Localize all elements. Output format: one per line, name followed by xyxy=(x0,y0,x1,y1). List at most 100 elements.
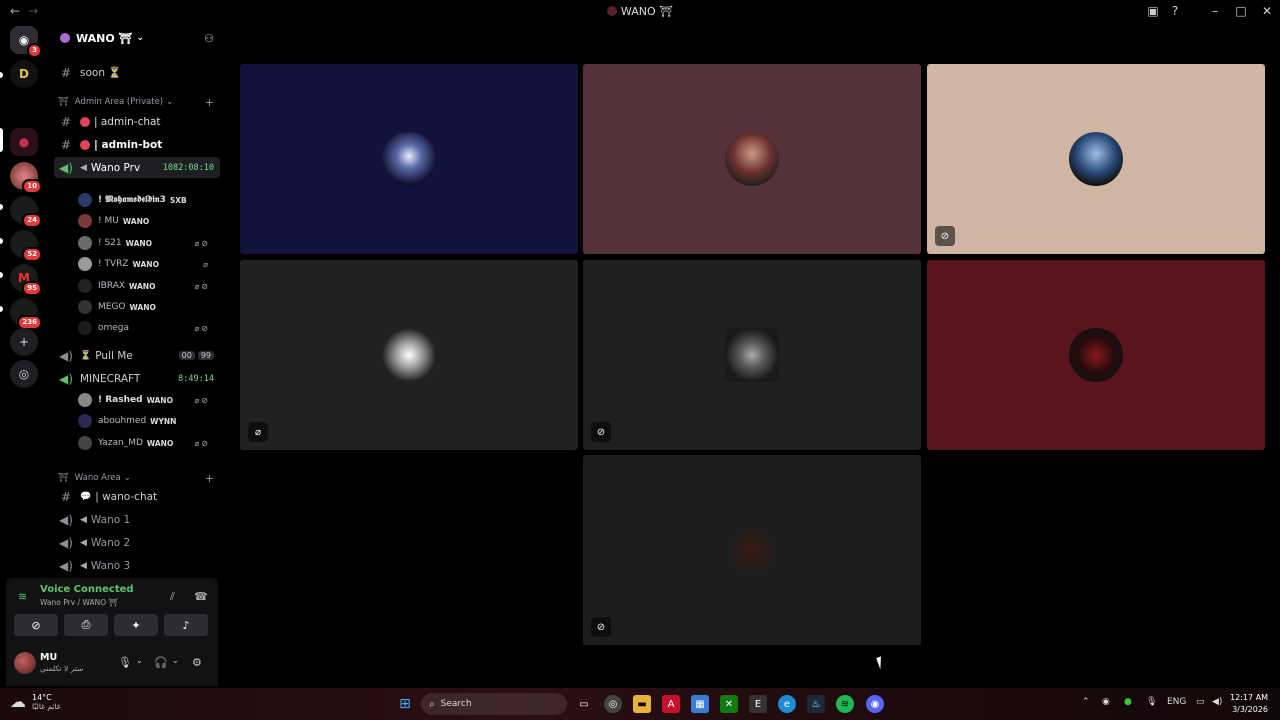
amd-icon[interactable]: A xyxy=(662,695,680,713)
task-view-icon[interactable]: ▭ xyxy=(575,695,593,713)
mention-badge: 3 xyxy=(27,43,42,58)
chevron-up-icon[interactable]: ⌃ xyxy=(1082,697,1090,707)
user-name: omega xyxy=(98,323,130,333)
voice-status[interactable]: Voice Connected xyxy=(40,584,134,595)
channel-wano-3[interactable]: ◀) ◀ Wano 3 xyxy=(54,555,220,576)
microphone-icon[interactable]: 🎙 xyxy=(118,656,132,669)
add-channel-icon[interactable]: + xyxy=(205,472,214,485)
server-folder-2[interactable]: 52 xyxy=(10,230,42,262)
soundboard-icon: ♪ xyxy=(182,618,190,632)
avatar[interactable] xyxy=(14,652,36,674)
server-header[interactable]: WANO ⛩ ⌄ ⚇ xyxy=(48,22,224,54)
voice-user[interactable]: ! S21 WANO ⌀⊘ xyxy=(78,233,218,253)
channel-admin-bot[interactable]: # | admin-bot xyxy=(54,134,220,155)
channel-wano-prv[interactable]: ◀) ◀ Wano Prv 1082:08:10 xyxy=(54,157,220,178)
headphones-icon[interactable]: 🎧 xyxy=(154,656,168,669)
gear-icon[interactable]: ⚙ xyxy=(192,656,202,669)
participant-tile[interactable] xyxy=(583,64,921,254)
add-channel-icon[interactable]: + xyxy=(205,96,214,109)
channel-wano-chat[interactable]: # 💬 | wano-chat xyxy=(54,486,220,507)
server-icon-d[interactable]: D xyxy=(10,60,38,88)
discord-icon[interactable]: ◉ xyxy=(866,695,884,713)
channel-label: Wano 1 xyxy=(90,513,131,526)
clock[interactable]: 12:17 AM 3/3/2026 xyxy=(1230,692,1268,716)
participant-tile[interactable]: ⊘ xyxy=(927,64,1265,254)
participant-tile[interactable]: ⊘ xyxy=(583,455,921,645)
channel-wano-2[interactable]: ◀) ◀ Wano 2 xyxy=(54,532,220,553)
activities-button[interactable]: ✦ xyxy=(114,614,158,636)
home-button[interactable]: ◉ 3 xyxy=(10,26,42,58)
taskbar-search[interactable]: ⌕ Search xyxy=(421,693,567,715)
edge-icon[interactable]: e xyxy=(778,695,796,713)
category-admin[interactable]: ⛩ Admin Area (Private) ⌄ + xyxy=(58,94,220,110)
store-icon[interactable]: ▦ xyxy=(691,695,709,713)
channel-wano-1[interactable]: ◀) ◀ Wano 1 xyxy=(54,509,220,530)
disconnect-icon[interactable]: ☎ xyxy=(194,590,208,603)
server-icon-wano[interactable]: ● xyxy=(10,128,38,156)
screen-share-button[interactable]: ⎙ xyxy=(64,614,108,636)
voice-channel-icon: ◀) xyxy=(59,348,73,363)
server-folder-4[interactable]: 236 xyxy=(10,298,42,330)
forward-arrow-icon[interactable]: → xyxy=(28,4,38,18)
category-wano[interactable]: ⛩ Wano Area ⌄ + xyxy=(58,470,220,486)
voice-user[interactable]: abouhmed WYNN xyxy=(78,411,218,431)
muted-icon: ⌀ xyxy=(248,422,268,442)
muted-deafened-icon: ⌀⊘ xyxy=(194,238,210,248)
voice-user[interactable]: Yazan_MD WANO ⌀⊘ xyxy=(78,433,218,453)
voice-user[interactable]: ! MU WANO xyxy=(78,211,218,231)
voice-user[interactable]: ! Rashed WANO ⌀⊘ xyxy=(78,390,218,410)
voice-user[interactable]: MEGO WANO xyxy=(78,297,218,317)
camera-off-button[interactable]: ⊘ xyxy=(14,614,58,636)
weather-widget[interactable]: ☁ 14°C غائم غالبًا xyxy=(10,692,61,711)
participant-tile[interactable]: ⌀ xyxy=(240,260,578,450)
avatar xyxy=(78,279,92,293)
user-name[interactable]: MU xyxy=(40,652,57,663)
chevron-down-icon[interactable]: ⌄ xyxy=(172,656,179,665)
voice-user[interactable]: omega ⌀⊘ xyxy=(78,318,218,338)
speaker-icon: ◀ xyxy=(80,162,87,173)
wifi-icon[interactable]: ▭ xyxy=(1196,697,1205,707)
invite-icon[interactable]: ⚇ xyxy=(204,32,214,45)
voice-user[interactable]: IBRAX WANO ⌀⊘ xyxy=(78,276,218,296)
voice-user[interactable]: ! TVRZ WANO ⌀ xyxy=(78,254,218,274)
back-arrow-icon[interactable]: ← xyxy=(10,4,20,18)
voice-user[interactable]: ! 𝕸𝖔𝖍𝖆𝖒𝖊𝖉𝖊𝖑𝖉𝖎𝖓3 SXB xyxy=(78,190,218,210)
server-icon-2[interactable]: 10 xyxy=(10,162,42,194)
voice-channel-icon: ◀) xyxy=(59,512,73,527)
steam-icon[interactable]: ♨ xyxy=(807,695,825,713)
participant-tile[interactable]: ⊘ xyxy=(583,260,921,450)
participant-tile[interactable] xyxy=(240,64,578,254)
channel-admin-chat[interactable]: # | admin-chat xyxy=(54,111,220,132)
start-button[interactable]: ⊞ xyxy=(396,695,414,713)
maximize-button[interactable]: □ xyxy=(1228,0,1254,22)
voice-location[interactable]: Wano Prv / WANO ⛩ xyxy=(40,598,118,607)
mention-badge: 24 xyxy=(22,213,42,228)
server-folder-1[interactable]: 24 xyxy=(10,196,42,228)
xbox-icon[interactable]: ✕ xyxy=(720,695,738,713)
close-button[interactable]: ✕ xyxy=(1254,0,1280,22)
spotify-icon[interactable]: ≋ xyxy=(836,695,854,713)
participant-tile[interactable] xyxy=(927,260,1265,450)
clan-tag: WANO xyxy=(129,281,156,291)
server-folder-3[interactable]: M 95 xyxy=(10,264,42,296)
file-explorer-icon[interactable]: ▬ xyxy=(633,695,651,713)
soundboard-button[interactable]: ♪ xyxy=(164,614,208,636)
minimize-button[interactable]: – xyxy=(1202,0,1228,22)
inbox-icon[interactable]: ▣ xyxy=(1142,0,1164,22)
volume-icon[interactable]: ◀) xyxy=(1212,697,1222,707)
channel-minecraft[interactable]: ◀) MINECRAFT 8:49:14 xyxy=(54,368,220,389)
noise-suppression-icon[interactable]: ⫽ xyxy=(170,590,175,604)
help-icon[interactable]: ? xyxy=(1164,0,1186,22)
add-server-button[interactable]: + xyxy=(10,328,38,356)
chrome-icon[interactable]: ◎ xyxy=(604,695,622,713)
discover-button[interactable]: ◎ xyxy=(10,360,38,388)
microphone-icon[interactable]: 🎙 xyxy=(1146,697,1157,707)
epic-games-icon[interactable]: E xyxy=(749,695,767,713)
channel-soon[interactable]: # soon ⏳ xyxy=(54,62,220,83)
channel-pull-me[interactable]: ◀) ⏳ Pull Me 00 99 xyxy=(54,345,220,366)
tray-app-icon[interactable]: ● xyxy=(1124,697,1132,707)
chevron-down-icon[interactable]: ⌄ xyxy=(136,656,143,665)
emoji-icon xyxy=(80,116,90,127)
tray-app-icon[interactable]: ◉ xyxy=(1102,697,1110,707)
language-indicator[interactable]: ENG xyxy=(1167,697,1186,707)
